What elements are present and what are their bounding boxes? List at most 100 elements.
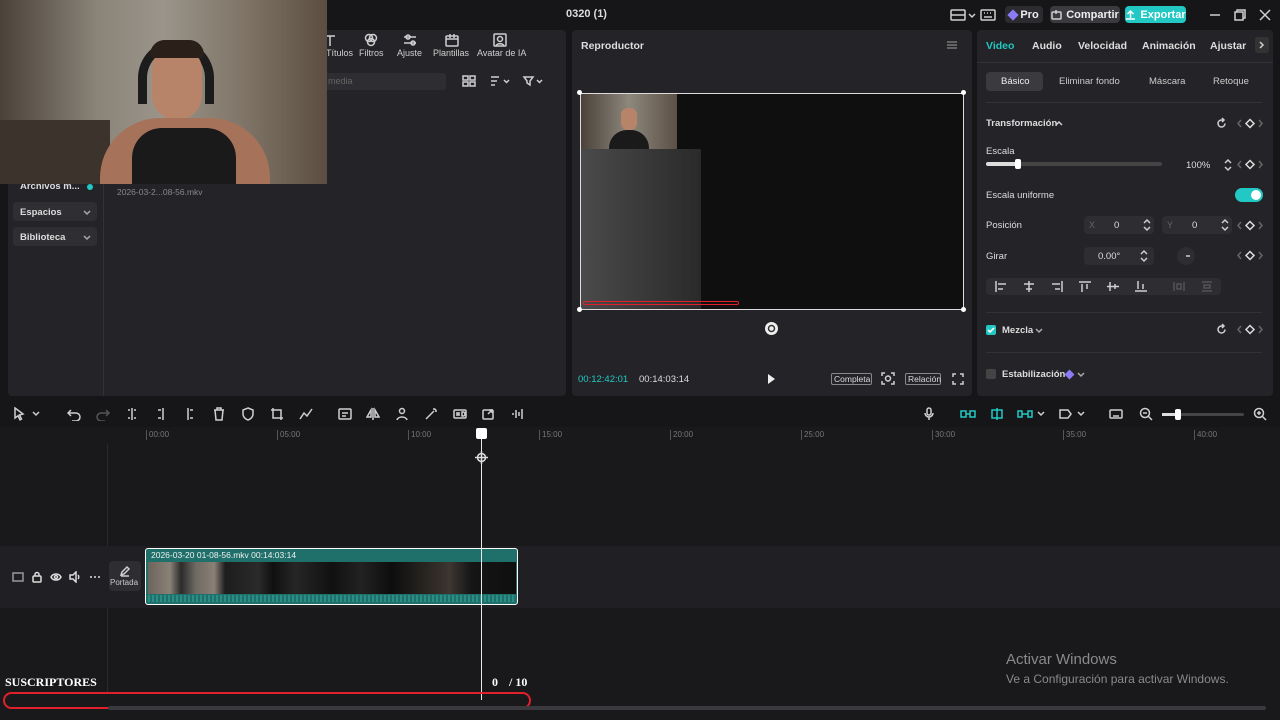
playhead-handle[interactable] bbox=[476, 428, 487, 439]
align-bottom-icon[interactable] bbox=[1134, 280, 1148, 293]
keyframe-icon[interactable] bbox=[1237, 117, 1263, 130]
playhead-move-icon[interactable] bbox=[474, 450, 489, 465]
rotate-field[interactable]: 0.00° bbox=[1084, 247, 1154, 265]
reset-icon[interactable] bbox=[1215, 323, 1228, 336]
stabilize-checkbox[interactable] bbox=[986, 369, 996, 379]
media-tab-filters[interactable]: Filtros bbox=[359, 48, 384, 58]
subtab-mask[interactable]: Máscara bbox=[1149, 76, 1185, 87]
media-file-name[interactable]: 2026-03-2...08-56.mkv bbox=[117, 187, 203, 197]
zoom-slider-thumb[interactable] bbox=[1175, 409, 1182, 420]
lock-icon[interactable] bbox=[31, 571, 43, 583]
zoom-slider[interactable] bbox=[1162, 409, 1244, 420]
canvas-handle[interactable] bbox=[577, 307, 582, 312]
preview-axis-icon[interactable] bbox=[1017, 407, 1047, 421]
chevron-down-icon[interactable] bbox=[1034, 325, 1044, 335]
media-tab-templates[interactable]: Plantillas bbox=[433, 48, 469, 58]
rotation-dial-icon[interactable] bbox=[1177, 247, 1195, 265]
export-clip-icon[interactable] bbox=[482, 407, 496, 421]
crop-icon[interactable] bbox=[270, 407, 284, 421]
audio-split-icon[interactable] bbox=[511, 407, 525, 421]
stepper-icon[interactable] bbox=[1142, 217, 1152, 233]
mirror-icon[interactable] bbox=[366, 407, 380, 421]
zoom-in-icon[interactable] bbox=[1253, 407, 1267, 421]
captions-icon[interactable] bbox=[338, 407, 352, 421]
link-clips-icon[interactable] bbox=[960, 407, 976, 421]
eye-icon[interactable] bbox=[50, 571, 62, 583]
minimize-icon[interactable] bbox=[1208, 8, 1222, 22]
nav-item-library[interactable]: Biblioteca bbox=[13, 227, 97, 246]
align-top-icon[interactable] bbox=[1078, 280, 1092, 293]
keyframe-icon[interactable] bbox=[1237, 219, 1263, 232]
auto-cut-icon[interactable] bbox=[299, 407, 313, 421]
stabilize-label[interactable]: Estabilización bbox=[1002, 369, 1065, 380]
track-toggle-icon[interactable] bbox=[12, 571, 24, 583]
horizontal-scrollbar[interactable] bbox=[108, 706, 1266, 710]
delete-icon[interactable] bbox=[212, 407, 226, 421]
align-right-icon[interactable] bbox=[1050, 280, 1064, 293]
undo-icon[interactable] bbox=[67, 407, 81, 421]
person-icon[interactable] bbox=[395, 407, 409, 421]
blend-checkbox[interactable] bbox=[986, 325, 996, 335]
stepper-icon[interactable] bbox=[1220, 217, 1230, 233]
filters-icon[interactable] bbox=[362, 33, 380, 47]
export-button[interactable]: Exportar bbox=[1125, 6, 1186, 23]
layout-icon[interactable] bbox=[950, 8, 976, 22]
tab-speed[interactable]: Velocidad bbox=[1078, 40, 1127, 52]
keyframe-icon[interactable] bbox=[1237, 158, 1263, 171]
templates-icon[interactable] bbox=[443, 33, 461, 47]
tab-video[interactable]: Video bbox=[986, 40, 1014, 52]
tab-fit[interactable]: Ajustar bbox=[1210, 40, 1246, 52]
keyframe-icon[interactable] bbox=[1237, 323, 1263, 336]
play-icon[interactable] bbox=[764, 373, 778, 385]
uniform-scale-toggle[interactable] bbox=[1235, 188, 1263, 202]
aspect-ratio-button[interactable]: Relación bbox=[905, 373, 941, 385]
snapshot-icon[interactable] bbox=[880, 371, 896, 386]
keyboard-icon[interactable] bbox=[980, 8, 996, 22]
chevron-up-icon[interactable] bbox=[1054, 119, 1064, 129]
adjust-icon[interactable] bbox=[401, 33, 419, 47]
more-icon[interactable] bbox=[89, 571, 101, 583]
menu-icon[interactable] bbox=[946, 39, 958, 51]
redo-icon[interactable] bbox=[96, 407, 110, 421]
split-left-icon[interactable] bbox=[154, 407, 168, 421]
transform-heading[interactable]: Transformación bbox=[986, 118, 1057, 129]
split-icon[interactable] bbox=[125, 407, 139, 421]
align-center-h-icon[interactable] bbox=[1022, 280, 1036, 293]
scale-slider[interactable] bbox=[986, 159, 1162, 169]
restore-icon[interactable] bbox=[1233, 8, 1247, 22]
chevron-down-icon[interactable] bbox=[1076, 369, 1086, 379]
microphone-icon[interactable] bbox=[922, 407, 936, 421]
snap-icon[interactable] bbox=[989, 407, 1005, 421]
rotate-handle-icon[interactable] bbox=[765, 322, 778, 335]
stepper-icon[interactable] bbox=[1139, 248, 1149, 264]
preview-canvas[interactable] bbox=[580, 93, 964, 310]
avatar-ai-icon[interactable] bbox=[491, 33, 509, 47]
full-quality-button[interactable]: Completa bbox=[831, 373, 872, 385]
volume-icon[interactable] bbox=[69, 571, 81, 583]
sort-icon[interactable] bbox=[489, 75, 511, 87]
time-ruler[interactable]: 00:00 05:00 10:00 15:00 20:00 25:00 30:0… bbox=[107, 428, 1280, 444]
hd-icon[interactable] bbox=[453, 407, 467, 421]
track-options-icon[interactable] bbox=[1058, 407, 1088, 421]
grid-view-icon[interactable] bbox=[462, 75, 476, 87]
video-clip[interactable]: 2026-03-20 01-08-56.mkv 00:14:03:14 bbox=[145, 548, 518, 605]
shield-icon[interactable] bbox=[241, 407, 255, 421]
media-tab-avatar[interactable]: Avatar de IA bbox=[477, 48, 526, 58]
position-x-field[interactable]: X 0 bbox=[1084, 216, 1154, 234]
share-button[interactable]: Compartir bbox=[1050, 6, 1120, 23]
select-tool-icon[interactable] bbox=[13, 407, 43, 421]
subtab-basic[interactable]: Básico bbox=[986, 72, 1043, 91]
blend-label[interactable]: Mezcla bbox=[1002, 325, 1033, 336]
canvas-handle[interactable] bbox=[577, 90, 582, 95]
align-left-icon[interactable] bbox=[994, 280, 1008, 293]
nav-item-spaces[interactable]: Espacios bbox=[13, 202, 97, 221]
canvas-handle[interactable] bbox=[961, 307, 966, 312]
split-right-icon[interactable] bbox=[183, 407, 197, 421]
subtab-remove-bg[interactable]: Eliminar fondo bbox=[1059, 76, 1120, 87]
tab-audio[interactable]: Audio bbox=[1032, 40, 1062, 52]
align-center-v-icon[interactable] bbox=[1106, 280, 1120, 293]
caption-toggle-icon[interactable] bbox=[1109, 407, 1123, 421]
close-icon[interactable] bbox=[1258, 8, 1272, 22]
position-y-field[interactable]: Y 0 bbox=[1162, 216, 1232, 234]
cover-button[interactable]: Portada bbox=[109, 561, 141, 591]
